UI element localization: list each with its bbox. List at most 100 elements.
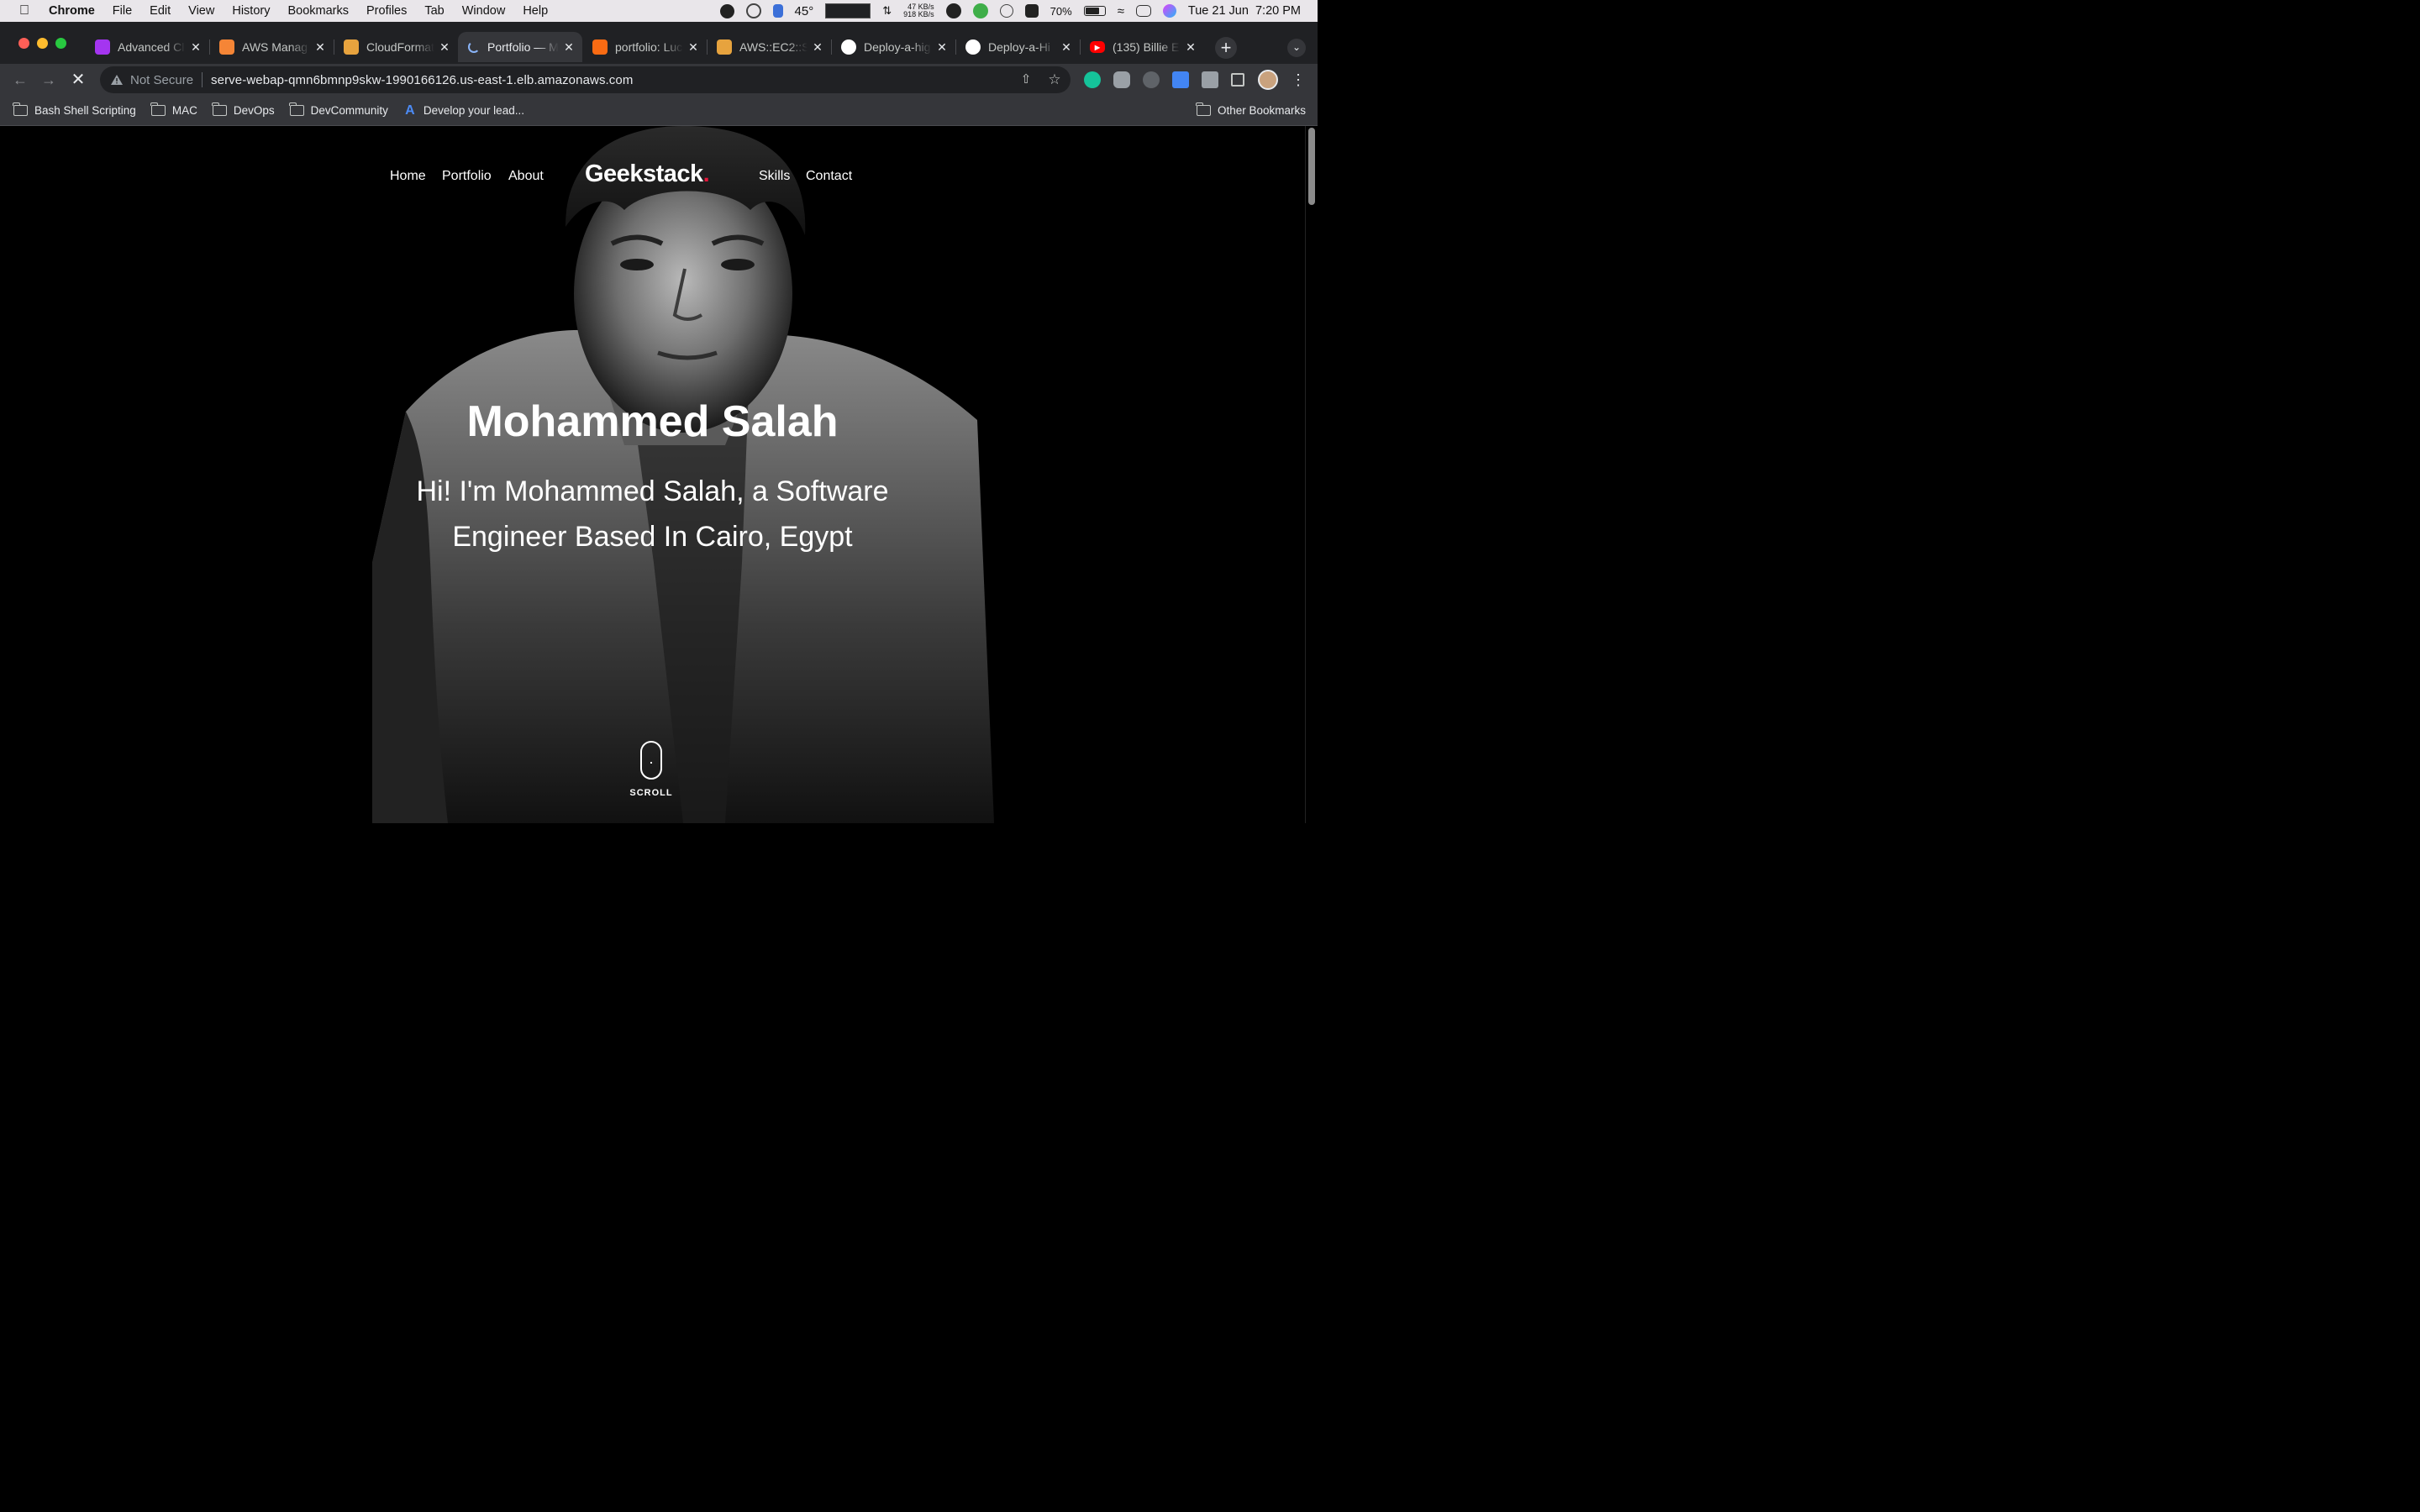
menu-profiles[interactable]: Profiles <box>366 4 407 18</box>
menu-file[interactable]: File <box>113 4 132 18</box>
cpu-graph-icon[interactable] <box>825 3 871 18</box>
browser-tab[interactable]: CloudFormat ✕ <box>334 32 458 62</box>
nav-portfolio-link[interactable]: Portfolio <box>442 169 492 184</box>
tab-title: AWS Manag <box>242 40 308 54</box>
stop-record-icon[interactable] <box>719 3 734 18</box>
share-icon[interactable]: ⇧ <box>1018 72 1034 87</box>
close-tab-icon[interactable]: ✕ <box>687 40 700 55</box>
tab-separator <box>209 39 210 55</box>
brand-name: Geekstack <box>585 160 703 187</box>
tab-title: Portfolio — M <box>487 40 559 54</box>
close-tab-icon[interactable]: ✕ <box>313 40 327 55</box>
bookmark-label: DevOps <box>233 104 275 117</box>
temperature-readout[interactable]: 45° <box>795 4 814 18</box>
forward-button[interactable]: → <box>38 69 60 91</box>
cloud-extension-icon[interactable] <box>1113 71 1130 88</box>
nav-home-link[interactable]: Home <box>390 169 426 184</box>
bookmark-folder-bash[interactable]: Bash Shell Scripting <box>13 102 136 117</box>
browser-tab[interactable]: AWS Manag ✕ <box>209 32 334 62</box>
profile-avatar[interactable] <box>1258 70 1278 90</box>
bookmark-folder-devcommunity[interactable]: DevCommunity <box>289 102 388 117</box>
play-icon[interactable] <box>999 4 1013 18</box>
hero-subtitle: Hi! I'm Mohammed Salah, a Software Engin… <box>416 475 889 553</box>
stop-loading-button[interactable]: ✕ <box>67 69 89 91</box>
control-center-icon[interactable] <box>1135 5 1151 17</box>
nav-skills-link[interactable]: Skills <box>759 169 790 184</box>
close-tab-icon[interactable]: ✕ <box>1060 40 1073 55</box>
extensions-puzzle-icon[interactable] <box>1202 71 1218 88</box>
new-tab-button[interactable]: + <box>1215 37 1237 59</box>
browser-tab[interactable]: portfolio: Luc ✕ <box>582 32 707 62</box>
browser-tab[interactable]: ▶ (135) Billie E ✕ <box>1080 32 1204 62</box>
nav-about-link[interactable]: About <box>508 169 544 184</box>
scroll-label[interactable]: SCROLL <box>609 788 693 798</box>
udemy-icon <box>95 39 110 55</box>
close-window-button[interactable] <box>18 38 29 49</box>
network-speed[interactable]: 47 KB/s 918 KB/s <box>903 3 934 18</box>
wifi-icon[interactable]: ≈ <box>1118 4 1124 18</box>
close-tab-icon[interactable]: ✕ <box>1184 40 1197 55</box>
zoom-window-button[interactable] <box>55 38 66 49</box>
page-scrollbar[interactable] <box>1305 126 1318 823</box>
brand-dot: . <box>702 160 710 187</box>
minimize-window-button[interactable] <box>37 38 48 49</box>
scroll-mouse-icon[interactable] <box>640 741 662 780</box>
browser-tab[interactable]: AWS::EC2::S ✕ <box>707 32 831 62</box>
scrollbar-thumb[interactable] <box>1308 128 1315 205</box>
site-logo[interactable]: Geekstack. <box>585 160 710 188</box>
menu-window[interactable]: Window <box>462 4 506 18</box>
menu-view[interactable]: View <box>188 4 214 18</box>
github-icon <box>841 39 856 55</box>
close-tab-icon[interactable]: ✕ <box>438 40 451 55</box>
menu-help[interactable]: Help <box>523 4 548 18</box>
lucidchart-icon <box>592 39 608 55</box>
grammarly-extension-icon[interactable] <box>1084 71 1101 88</box>
browser-tab[interactable]: Deploy-a-hig ✕ <box>831 32 955 62</box>
chrome-menu-icon[interactable]: ⋮ <box>1287 69 1309 91</box>
menu-edit[interactable]: Edit <box>150 4 171 18</box>
tab-title: Deploy-a-Hi <box>988 40 1050 54</box>
menu-tab[interactable]: Tab <box>424 4 444 18</box>
net-download: 918 KB/s <box>903 10 934 18</box>
medium-icon[interactable] <box>945 3 961 18</box>
youtube-icon: ▶ <box>1090 41 1105 53</box>
bear-extension-icon[interactable] <box>1143 71 1160 88</box>
grammarly-n-icon[interactable] <box>972 3 988 18</box>
memory-monitor-icon[interactable] <box>772 4 783 18</box>
bookmark-star-icon[interactable]: ☆ <box>1047 72 1062 87</box>
warning-icon <box>111 75 123 85</box>
translate-extension-icon[interactable] <box>1172 71 1189 88</box>
menu-app-name[interactable]: Chrome <box>49 4 95 18</box>
tab-title: Advanced Cl <box>118 40 185 54</box>
close-tab-icon[interactable]: ✕ <box>811 40 824 55</box>
font-a-icon[interactable] <box>1024 4 1039 18</box>
close-tab-icon[interactable]: ✕ <box>935 40 949 55</box>
menubar-status-area: 45° ⇅ 47 KB/s 918 KB/s 70% ≈ Tue 21 Jun … <box>719 0 1301 22</box>
close-tab-icon[interactable]: ✕ <box>562 40 576 55</box>
bookmark-link-develop[interactable]: A Develop your lead... <box>403 102 524 118</box>
nav-contact-link[interactable]: Contact <box>806 169 852 184</box>
creative-cloud-icon[interactable] <box>745 3 761 18</box>
bookmark-folder-devops[interactable]: DevOps <box>212 102 275 117</box>
tab-separator <box>707 39 708 55</box>
siri-icon[interactable] <box>1162 4 1176 18</box>
browser-tab[interactable]: Portfolio — M ✕ <box>458 32 582 62</box>
clock[interactable]: Tue 21 Jun 7:20 PM <box>1188 4 1301 18</box>
security-label[interactable]: Not Secure <box>130 73 193 87</box>
close-tab-icon[interactable]: ✕ <box>189 40 203 55</box>
bookmark-folder-mac[interactable]: MAC <box>150 102 197 117</box>
browser-tab[interactable]: Advanced Cl ✕ <box>85 32 209 62</box>
menu-history[interactable]: History <box>232 4 270 18</box>
menu-bookmarks[interactable]: Bookmarks <box>287 4 349 18</box>
a-letter-icon: A <box>405 102 415 118</box>
url-text[interactable]: serve-webap-qmn6bmnp9skw-1990166126.us-e… <box>211 73 633 87</box>
side-panel-icon[interactable] <box>1231 73 1244 87</box>
back-button[interactable]: ← <box>9 69 31 91</box>
other-bookmarks-folder[interactable]: Other Bookmarks <box>1196 102 1306 117</box>
address-bar[interactable]: Not Secure serve-webap-qmn6bmnp9skw-1990… <box>100 66 1071 93</box>
apple-icon[interactable]:  <box>0 3 49 18</box>
window-controls <box>18 38 66 49</box>
browser-tab[interactable]: Deploy-a-Hi ✕ <box>955 32 1080 62</box>
battery-icon[interactable] <box>1083 6 1106 16</box>
tab-search-button[interactable]: ⌄ <box>1287 39 1306 57</box>
